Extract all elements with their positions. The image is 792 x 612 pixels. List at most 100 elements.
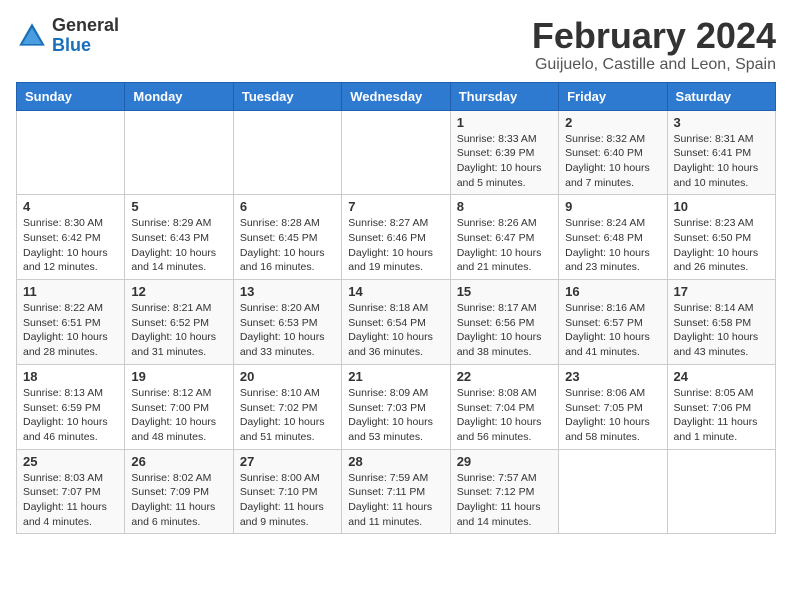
day-info: Sunrise: 8:29 AM Sunset: 6:43 PM Dayligh… [131, 216, 226, 275]
day-info: Sunrise: 8:09 AM Sunset: 7:03 PM Dayligh… [348, 386, 443, 445]
logo-blue: Blue [52, 35, 91, 55]
day-number: 23 [565, 369, 660, 384]
weekday-header: Thursday [450, 82, 558, 110]
calendar-cell: 3 Sunrise: 8:31 AM Sunset: 6:41 PM Daylig… [667, 110, 775, 195]
logo-general: General [52, 15, 119, 35]
calendar-body: 1 Sunrise: 8:33 AM Sunset: 6:39 PM Daylig… [17, 110, 776, 534]
title-block: February 2024 Guijuelo, Castille and Leo… [532, 16, 776, 74]
day-info: Sunrise: 8:02 AM Sunset: 7:09 PM Dayligh… [131, 471, 226, 530]
day-info: Sunrise: 8:00 AM Sunset: 7:10 PM Dayligh… [240, 471, 335, 530]
day-info: Sunrise: 8:28 AM Sunset: 6:45 PM Dayligh… [240, 216, 335, 275]
calendar-cell: 7 Sunrise: 8:27 AM Sunset: 6:46 PM Daylig… [342, 195, 450, 280]
weekday-header: Monday [125, 82, 233, 110]
calendar-week-row: 25Sunrise: 8:03 AM Sunset: 7:07 PM Dayli… [17, 449, 776, 534]
logo-text: General Blue [52, 16, 119, 56]
logo-icon [16, 20, 48, 52]
calendar-cell: 23 Sunrise: 8:06 AM Sunset: 7:05 PM Dayli… [559, 364, 667, 449]
day-number: 21 [348, 369, 443, 384]
day-number: 26 [131, 454, 226, 469]
calendar-cell: 9 Sunrise: 8:24 AM Sunset: 6:48 PM Daylig… [559, 195, 667, 280]
weekday-row: SundayMondayTuesdayWednesdayThursdayFrid… [17, 82, 776, 110]
day-number: 28 [348, 454, 443, 469]
day-info: Sunrise: 8:10 AM Sunset: 7:02 PM Dayligh… [240, 386, 335, 445]
page-header: General Blue February 2024 Guijuelo, Cas… [16, 16, 776, 74]
day-info: Sunrise: 8:32 AM Sunset: 6:40 PM Dayligh… [565, 132, 660, 191]
calendar-cell [125, 110, 233, 195]
weekday-header: Friday [559, 82, 667, 110]
day-info: Sunrise: 8:20 AM Sunset: 6:53 PM Dayligh… [240, 301, 335, 360]
calendar-cell: 26 Sunrise: 8:02 AM Sunset: 7:09 PM Dayli… [125, 449, 233, 534]
calendar-cell: 1 Sunrise: 8:33 AM Sunset: 6:39 PM Daylig… [450, 110, 558, 195]
calendar-cell: 5 Sunrise: 8:29 AM Sunset: 6:43 PM Daylig… [125, 195, 233, 280]
day-info: Sunrise: 8:30 AM Sunset: 6:42 PM Dayligh… [23, 216, 118, 275]
weekday-header: Saturday [667, 82, 775, 110]
calendar-cell: 10 Sunrise: 8:23 AM Sunset: 6:50 PM Dayli… [667, 195, 775, 280]
calendar-cell: 12 Sunrise: 8:21 AM Sunset: 6:52 PM Dayli… [125, 280, 233, 365]
day-number: 10 [674, 199, 769, 214]
day-number: 8 [457, 199, 552, 214]
calendar-cell [559, 449, 667, 534]
day-number: 6 [240, 199, 335, 214]
day-number: 13 [240, 284, 335, 299]
day-number: 11 [23, 284, 118, 299]
calendar-week-row: 4 Sunrise: 8:30 AM Sunset: 6:42 PM Daylig… [17, 195, 776, 280]
day-number: 17 [674, 284, 769, 299]
day-info: Sunrise: 8:21 AM Sunset: 6:52 PM Dayligh… [131, 301, 226, 360]
calendar-cell: 17 Sunrise: 8:14 AM Sunset: 6:58 PM Dayli… [667, 280, 775, 365]
calendar-week-row: 18Sunrise: 8:13 AM Sunset: 6:59 PM Dayli… [17, 364, 776, 449]
day-info: Sunrise: 8:03 AM Sunset: 7:07 PM Dayligh… [23, 471, 118, 530]
day-number: 22 [457, 369, 552, 384]
calendar-header: SundayMondayTuesdayWednesdayThursdayFrid… [17, 82, 776, 110]
day-info: Sunrise: 7:57 AM Sunset: 7:12 PM Dayligh… [457, 471, 552, 530]
calendar-cell: 27 Sunrise: 8:00 AM Sunset: 7:10 PM Dayli… [233, 449, 341, 534]
day-info: Sunrise: 8:33 AM Sunset: 6:39 PM Dayligh… [457, 132, 552, 191]
day-number: 24 [674, 369, 769, 384]
calendar-cell: 28 Sunrise: 7:59 AM Sunset: 7:11 PM Dayli… [342, 449, 450, 534]
calendar-cell: 15Sunrise: 8:17 AM Sunset: 6:56 PM Dayli… [450, 280, 558, 365]
calendar-cell: 16Sunrise: 8:16 AM Sunset: 6:57 PM Dayli… [559, 280, 667, 365]
day-number: 7 [348, 199, 443, 214]
day-info: Sunrise: 7:59 AM Sunset: 7:11 PM Dayligh… [348, 471, 443, 530]
location: Guijuelo, Castille and Leon, Spain [532, 56, 776, 74]
day-number: 4 [23, 199, 118, 214]
calendar-cell: 8 Sunrise: 8:26 AM Sunset: 6:47 PM Daylig… [450, 195, 558, 280]
calendar-cell: 14 Sunrise: 8:18 AM Sunset: 6:54 PM Dayli… [342, 280, 450, 365]
day-number: 12 [131, 284, 226, 299]
day-number: 27 [240, 454, 335, 469]
day-info: Sunrise: 8:05 AM Sunset: 7:06 PM Dayligh… [674, 386, 769, 445]
calendar-cell: 19Sunrise: 8:12 AM Sunset: 7:00 PM Dayli… [125, 364, 233, 449]
weekday-header: Wednesday [342, 82, 450, 110]
calendar-cell: 25Sunrise: 8:03 AM Sunset: 7:07 PM Dayli… [17, 449, 125, 534]
day-number: 1 [457, 115, 552, 130]
day-info: Sunrise: 8:24 AM Sunset: 6:48 PM Dayligh… [565, 216, 660, 275]
calendar-cell: 2Sunrise: 8:32 AM Sunset: 6:40 PM Daylig… [559, 110, 667, 195]
day-info: Sunrise: 8:27 AM Sunset: 6:46 PM Dayligh… [348, 216, 443, 275]
day-number: 9 [565, 199, 660, 214]
day-info: Sunrise: 8:22 AM Sunset: 6:51 PM Dayligh… [23, 301, 118, 360]
day-info: Sunrise: 8:17 AM Sunset: 6:56 PM Dayligh… [457, 301, 552, 360]
day-number: 5 [131, 199, 226, 214]
calendar-cell [667, 449, 775, 534]
day-number: 20 [240, 369, 335, 384]
day-info: Sunrise: 8:23 AM Sunset: 6:50 PM Dayligh… [674, 216, 769, 275]
day-info: Sunrise: 8:08 AM Sunset: 7:04 PM Dayligh… [457, 386, 552, 445]
day-number: 29 [457, 454, 552, 469]
month-title: February 2024 [532, 16, 776, 56]
calendar-week-row: 1 Sunrise: 8:33 AM Sunset: 6:39 PM Daylig… [17, 110, 776, 195]
calendar-cell [17, 110, 125, 195]
day-number: 16 [565, 284, 660, 299]
calendar-week-row: 11 Sunrise: 8:22 AM Sunset: 6:51 PM Dayli… [17, 280, 776, 365]
day-info: Sunrise: 8:12 AM Sunset: 7:00 PM Dayligh… [131, 386, 226, 445]
day-info: Sunrise: 8:06 AM Sunset: 7:05 PM Dayligh… [565, 386, 660, 445]
day-number: 3 [674, 115, 769, 130]
calendar-cell [233, 110, 341, 195]
day-info: Sunrise: 8:31 AM Sunset: 6:41 PM Dayligh… [674, 132, 769, 191]
day-info: Sunrise: 8:26 AM Sunset: 6:47 PM Dayligh… [457, 216, 552, 275]
day-number: 18 [23, 369, 118, 384]
calendar-cell: 6 Sunrise: 8:28 AM Sunset: 6:45 PM Daylig… [233, 195, 341, 280]
day-info: Sunrise: 8:14 AM Sunset: 6:58 PM Dayligh… [674, 301, 769, 360]
day-number: 14 [348, 284, 443, 299]
logo: General Blue [16, 16, 119, 56]
day-info: Sunrise: 8:18 AM Sunset: 6:54 PM Dayligh… [348, 301, 443, 360]
calendar-cell: 29 Sunrise: 7:57 AM Sunset: 7:12 PM Dayli… [450, 449, 558, 534]
